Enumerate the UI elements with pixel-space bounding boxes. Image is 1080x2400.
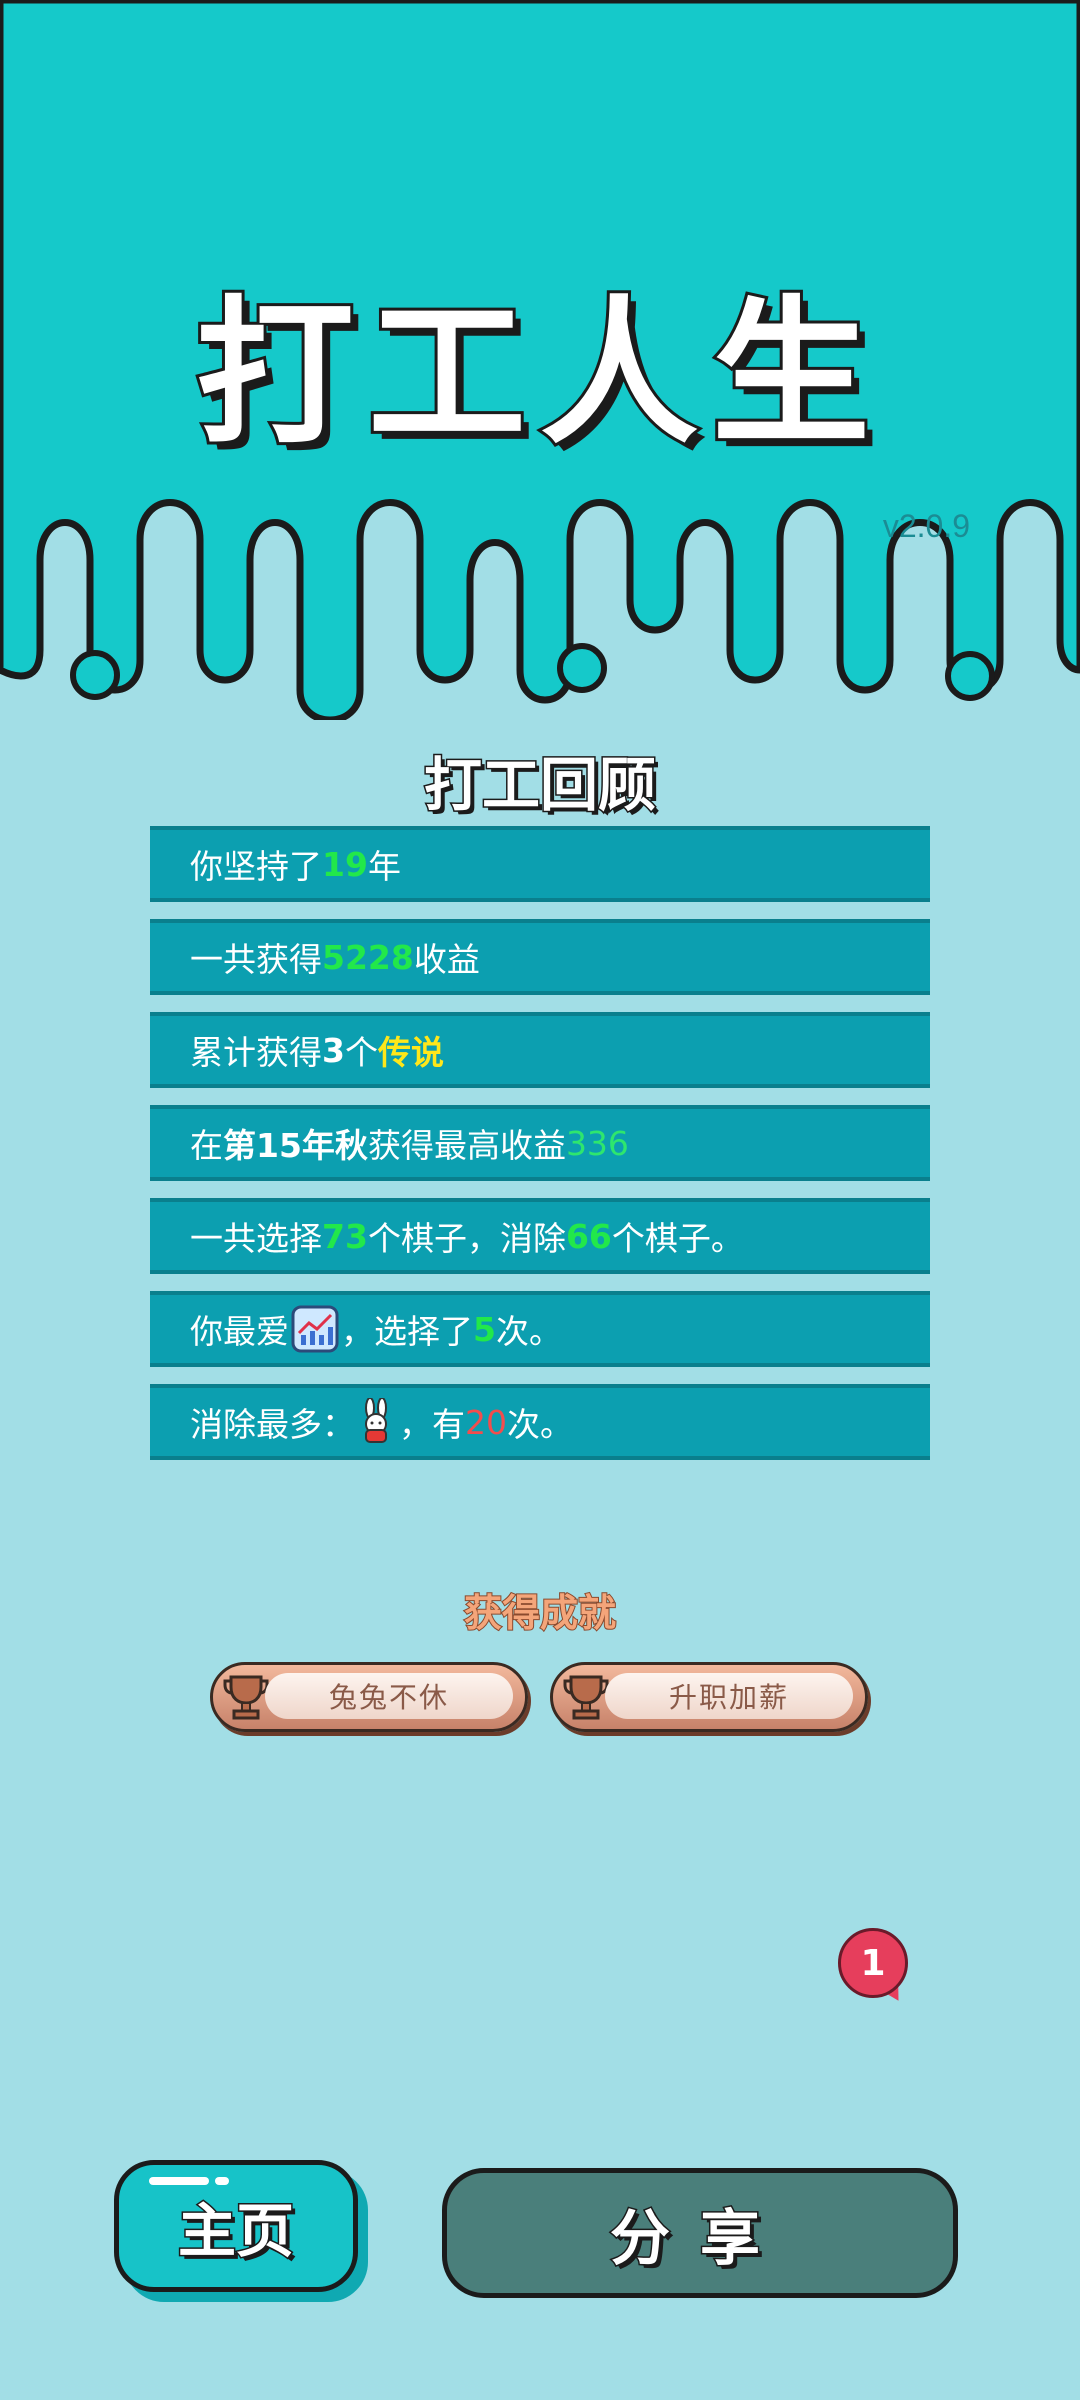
home-button-shine (149, 2177, 209, 2185)
home-button-label: 主页 (176, 2196, 295, 2267)
achievement-badge-2[interactable]: 升职加薪 (550, 1662, 868, 1732)
notification-bubble[interactable]: 1 (838, 1928, 908, 1998)
share-button-label: 分享 (609, 2202, 790, 2275)
stat-years: 你坚持了 19 年 (150, 826, 930, 902)
review-title: 打工回顾 (422, 750, 657, 821)
stat-most-eliminated: 消除最多： ，有 20 次。 (150, 1384, 930, 1460)
review-stats-list: 你坚持了 19 年 一共获得 5228 收益 累计获得 3 个传说 在 第15年秋 获得最高… (150, 826, 930, 1477)
game-title: 打工人生 (193, 279, 884, 469)
stat-pieces: 一共选择 73 个棋子，消除 66 个棋子。 (150, 1198, 930, 1274)
home-button-shine-dot (215, 2177, 229, 2185)
achievement-label-1: 兔兔不休 (265, 1673, 513, 1719)
rabbit-icon (365, 1398, 387, 1443)
stat-favorite: 你最爱 ，选择了 5 次。 (150, 1291, 930, 1367)
version-label: v2.0.9 (882, 508, 970, 544)
trophy-icon (563, 1675, 609, 1720)
achievement-badge-1[interactable]: 兔兔不休 (210, 1662, 528, 1732)
stat-legends: 累计获得 3 个传说 (150, 1012, 930, 1088)
achievements-title: 获得成就 (463, 1590, 617, 1636)
stat-best-season: 在 第15年秋 获得最高收益 336 (150, 1105, 930, 1181)
achievement-label-2: 升职加薪 (605, 1673, 853, 1719)
stat-total-income: 一共获得 5228 收益 (150, 919, 930, 995)
home-button[interactable]: 主页 (114, 2160, 358, 2292)
chart-up-icon (291, 1305, 339, 1353)
trophy-icon (223, 1675, 269, 1720)
share-button[interactable]: 分享 (442, 2168, 958, 2298)
